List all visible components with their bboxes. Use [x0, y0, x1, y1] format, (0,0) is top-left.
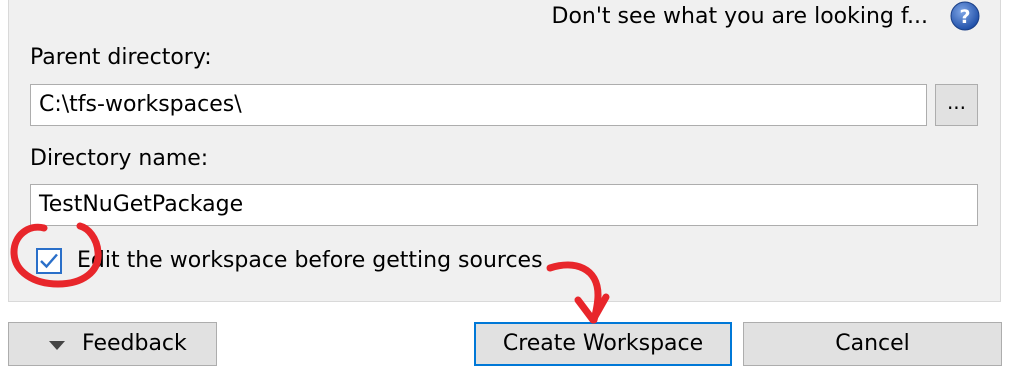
help-link[interactable]: Don't see what you are looking f...: [552, 3, 928, 31]
directory-name-label: Directory name:: [30, 146, 209, 171]
directory-name-input[interactable]: TestNuGetPackage: [30, 184, 978, 226]
browse-button[interactable]: ...: [935, 84, 978, 126]
feedback-label: Feedback: [82, 331, 187, 356]
cancel-button[interactable]: Cancel: [743, 322, 1002, 366]
question-circle-icon[interactable]: ?: [949, 0, 981, 32]
parent-directory-label: Parent directory:: [30, 45, 212, 70]
triangle-down-icon: [49, 341, 65, 350]
feedback-button[interactable]: Feedback: [8, 322, 217, 366]
create-workspace-button[interactable]: Create Workspace: [474, 322, 732, 366]
edit-workspace-label: Edit the workspace before getting source…: [77, 248, 543, 273]
svg-text:?: ?: [959, 6, 970, 28]
parent-directory-input[interactable]: C:\tfs-workspaces\: [30, 84, 927, 126]
edit-workspace-checkbox[interactable]: [36, 248, 62, 274]
